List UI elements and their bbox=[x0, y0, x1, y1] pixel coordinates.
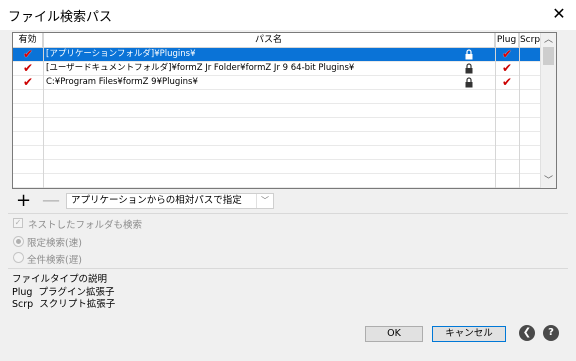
table-row[interactable] bbox=[13, 118, 542, 132]
scroll-up-icon[interactable]: ︿ bbox=[541, 33, 556, 47]
scrollbar-thumb[interactable] bbox=[543, 47, 554, 65]
radio-dot bbox=[16, 239, 21, 244]
window-title: ファイル検索パス bbox=[8, 10, 113, 25]
column-divider bbox=[495, 33, 496, 188]
remove-path-button[interactable]: — bbox=[42, 192, 60, 210]
table-header: 有効 パス名 Plug Scrp bbox=[13, 33, 542, 48]
plug-check-icon[interactable]: ✔ bbox=[495, 48, 519, 61]
close-icon[interactable]: ✕ bbox=[546, 2, 572, 26]
lock-icon bbox=[465, 49, 473, 60]
path-mode-dropdown[interactable]: アプリケーションからの相対パスで指定 ﹀ bbox=[66, 193, 274, 209]
lock-icon bbox=[465, 77, 473, 88]
table-row[interactable]: ✔ [アプリケーションフォルダ]¥Plugins¥ ✔ bbox=[13, 48, 542, 62]
path-mode-value: アプリケーションからの相対パスで指定 bbox=[71, 195, 242, 206]
file-type-description-title: ファイルタイプの説明 bbox=[12, 274, 108, 285]
column-divider bbox=[519, 33, 520, 188]
back-icon[interactable]: ❮ bbox=[519, 325, 535, 341]
nested-folders-label: ネストしたフォルダも検索 bbox=[28, 220, 143, 231]
path-cell: [ユーザードキュメントフォルダ]¥formZ Jr Folder¥formZ J… bbox=[46, 63, 355, 73]
enabled-check-icon[interactable]: ✔ bbox=[13, 62, 43, 75]
fast-search-radio[interactable] bbox=[13, 236, 24, 247]
table-row[interactable]: ✔ C:¥Program Files¥formZ 9¥Plugins¥ ✔ bbox=[13, 76, 542, 90]
path-cell: [アプリケーションフォルダ]¥Plugins¥ bbox=[46, 49, 196, 59]
table-row[interactable]: ✔ [ユーザードキュメントフォルダ]¥formZ Jr Folder¥formZ… bbox=[13, 62, 542, 76]
plug-check-icon[interactable]: ✔ bbox=[495, 76, 519, 89]
full-search-radio[interactable] bbox=[13, 252, 24, 263]
table-row[interactable] bbox=[13, 104, 542, 118]
table-row[interactable] bbox=[13, 90, 542, 104]
vertical-scrollbar[interactable]: ︿ ﹀ bbox=[540, 33, 556, 188]
enabled-check-icon[interactable]: ✔ bbox=[13, 76, 43, 89]
plug-check-icon[interactable]: ✔ bbox=[495, 62, 519, 75]
scrp-description: Scrp スクリプト拡張子 bbox=[12, 299, 116, 310]
nested-folders-checkbox[interactable]: ✓ bbox=[13, 218, 23, 228]
chevron-down-icon[interactable]: ﹀ bbox=[256, 194, 273, 208]
lock-icon bbox=[465, 63, 473, 74]
fast-search-label: 限定検索(速) bbox=[27, 238, 82, 249]
column-header-path[interactable]: パス名 bbox=[43, 33, 495, 47]
column-header-enabled[interactable]: 有効 bbox=[13, 33, 43, 47]
search-path-table[interactable]: 有効 パス名 Plug Scrp ✔ [アプリケーションフォルダ]¥Plugin… bbox=[12, 32, 557, 189]
scroll-down-icon[interactable]: ﹀ bbox=[541, 174, 556, 188]
full-search-label: 全件検索(遅) bbox=[27, 255, 82, 266]
table-body: ✔ [アプリケーションフォルダ]¥Plugins¥ ✔ ✔ [ユーザードキュメン… bbox=[13, 48, 542, 188]
column-header-plug[interactable]: Plug bbox=[495, 33, 519, 47]
path-cell: C:¥Program Files¥formZ 9¥Plugins¥ bbox=[46, 77, 198, 87]
help-icon[interactable]: ? bbox=[543, 325, 559, 341]
add-path-button[interactable]: + bbox=[16, 192, 31, 210]
divider bbox=[8, 213, 568, 214]
table-row[interactable] bbox=[13, 132, 542, 146]
table-row[interactable] bbox=[13, 160, 542, 174]
enabled-check-icon[interactable]: ✔ bbox=[13, 48, 43, 61]
cancel-button[interactable]: キャンセル bbox=[432, 326, 506, 342]
table-row[interactable] bbox=[13, 146, 542, 160]
title-bar: ファイル検索パス ✕ bbox=[0, 0, 576, 30]
ok-button[interactable]: OK bbox=[365, 326, 423, 342]
column-header-scrp[interactable]: Scrp bbox=[519, 33, 542, 47]
divider bbox=[8, 268, 568, 269]
column-divider bbox=[43, 33, 44, 188]
table-row[interactable] bbox=[13, 174, 542, 188]
